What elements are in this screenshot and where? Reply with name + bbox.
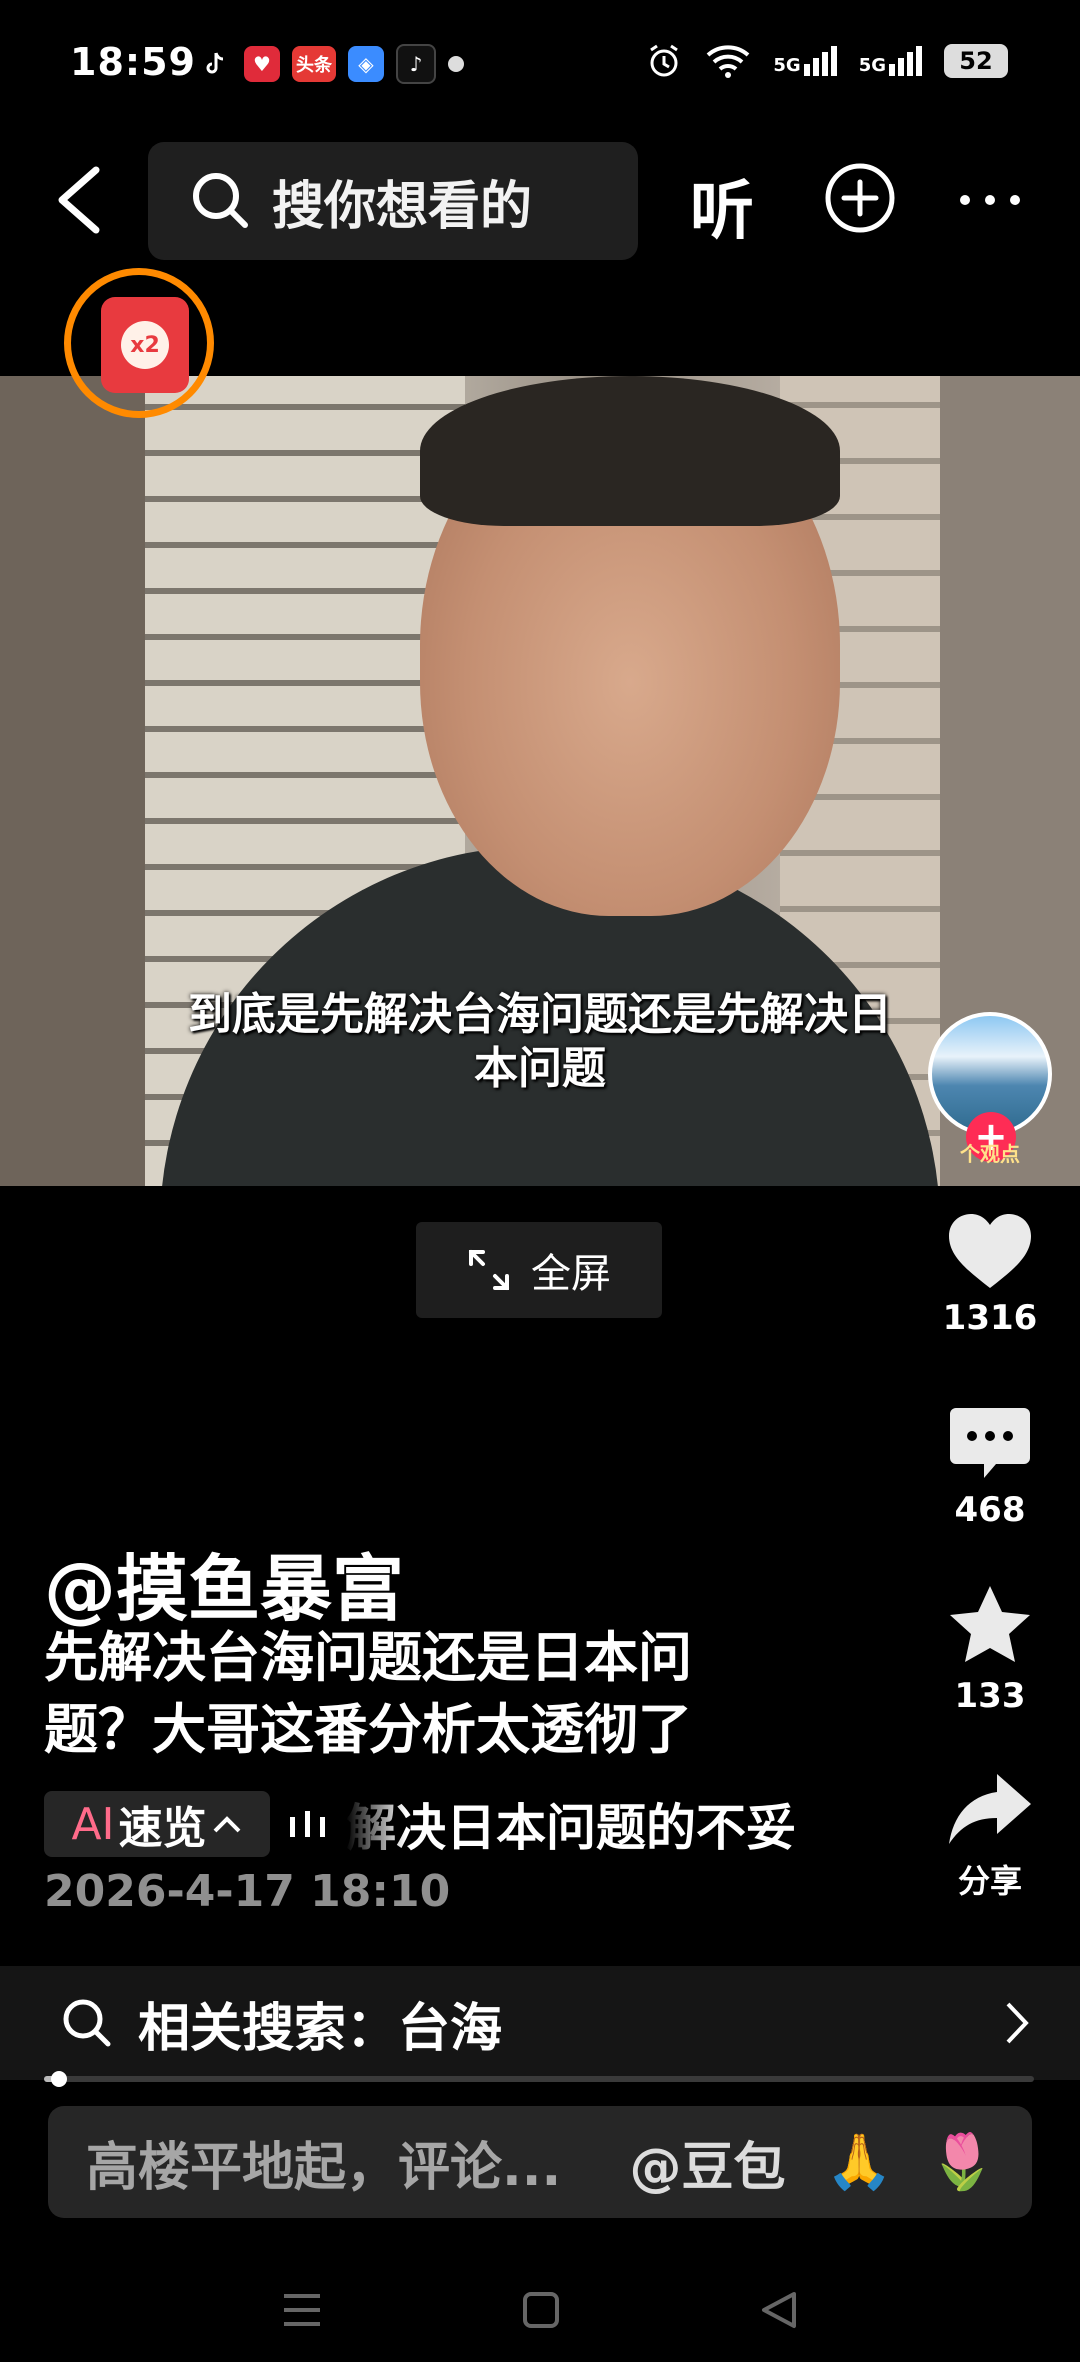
avatar-tag: 个观点 — [960, 1142, 1020, 1166]
mention-doubao-button[interactable]: @豆包 — [629, 2125, 785, 2200]
share-button[interactable]: 分享 — [930, 1772, 1050, 1902]
red-packet-icon: x2 — [101, 297, 189, 393]
fullscreen-button[interactable]: 全屏 — [416, 1222, 662, 1318]
expand-icon — [469, 1250, 509, 1290]
favorite-button[interactable]: 133 — [930, 1584, 1050, 1716]
like-button[interactable]: 1316 — [930, 1212, 1050, 1338]
plus-circle-icon — [825, 163, 895, 233]
ai-summary-label: 速览 — [118, 1803, 207, 1854]
progress-handle[interactable] — [50, 2071, 67, 2087]
search-icon — [193, 173, 248, 228]
signal-5g-icon: 5G — [859, 46, 922, 76]
comment-count: 468 — [954, 1490, 1026, 1530]
pray-emoji-button[interactable]: 🙏 — [826, 2130, 893, 2194]
toutiao-icon: 头条 — [292, 46, 336, 82]
douyin-icon — [196, 46, 232, 82]
post-date: 2026-4-17 18:10 — [44, 1866, 451, 1917]
video-person-hair — [420, 376, 840, 526]
search-input[interactable]: 搜你想看的 — [148, 142, 638, 260]
battery-icon: 52 — [944, 44, 1008, 78]
back-icon — [58, 166, 100, 234]
fullscreen-label: 全屏 — [531, 1251, 611, 1297]
heart-icon — [949, 1214, 1031, 1288]
status-right: 5G 5G 52 — [645, 42, 1008, 80]
like-count: 1316 — [942, 1298, 1038, 1338]
search-placeholder: 搜你想看的 — [272, 176, 533, 237]
signal-5g-icon: 5G — [773, 46, 837, 76]
chevron-up-icon — [213, 1816, 240, 1833]
comment-icon — [950, 1408, 1030, 1478]
related-search-label: 相关搜索：台海 — [138, 1998, 503, 2059]
back-button[interactable] — [52, 160, 112, 240]
notification-icons: ♥ 头条 ◈ ♪ — [196, 44, 464, 84]
share-label: 分享 — [957, 1862, 1022, 1900]
ai-label: AI — [71, 1798, 115, 1850]
comment-placeholder: 高楼平地起，评论... — [86, 2137, 562, 2198]
douyin-lite-icon: ♪ — [396, 44, 436, 84]
favorite-count: 133 — [954, 1676, 1026, 1716]
comment-input[interactable]: 高楼平地起，评论... @豆包 🙏 🌷 — [48, 2106, 1032, 2218]
post-title: 先解决台海问题还是日本问 题？大哥这番分析太透彻了 — [44, 1626, 692, 1761]
video-progress-bar[interactable] — [44, 2071, 1034, 2087]
ai-summary-toggle[interactable]: AI 速览 — [44, 1791, 270, 1857]
browser-icon: ◈ — [348, 46, 384, 82]
wifi-icon — [707, 45, 750, 78]
audio-wave-icon — [290, 1811, 325, 1837]
alarm-icon — [650, 44, 679, 77]
ai-summary-text: 解决日本问题的不妥 — [346, 1799, 796, 1857]
share-icon — [949, 1774, 1031, 1844]
recents-menu-icon[interactable] — [282, 2292, 322, 2328]
video-subtitle: 到底是先解决台海问题还是先解决日 本问题 — [188, 989, 892, 1094]
ai-summary-row: AI 速览 解决日本问题的不妥 — [44, 1788, 906, 1860]
red-packet-button[interactable]: x2 — [64, 268, 214, 418]
more-dots-icon — [960, 195, 1020, 205]
back-triangle-icon[interactable] — [760, 2290, 798, 2330]
search-icon — [63, 1999, 111, 2047]
system-nav-bar — [0, 2260, 1080, 2360]
home-square-icon[interactable] — [522, 2291, 560, 2329]
comment-button[interactable]: 468 — [930, 1406, 1050, 1530]
creator-handle[interactable]: @摸鱼暴富 — [44, 1530, 404, 1635]
chevron-right-icon — [1006, 2002, 1029, 2044]
status-time: 18:59 — [70, 40, 196, 84]
red-packet-multiplier: x2 — [121, 321, 169, 369]
video-player[interactable]: 到底是先解决台海问题还是先解决日 本问题 — [0, 376, 1080, 1186]
flower-emoji-button[interactable]: 🌷 — [929, 2130, 996, 2194]
add-button[interactable] — [824, 162, 896, 238]
heart-app-icon: ♥ — [244, 46, 280, 82]
star-icon — [950, 1586, 1030, 1662]
listen-button[interactable]: 听 — [690, 160, 754, 252]
more-button[interactable] — [958, 192, 1022, 211]
related-search-bar[interactable]: 相关搜索：台海 — [0, 1966, 1080, 2080]
more-notifications-dot-icon — [448, 56, 464, 72]
